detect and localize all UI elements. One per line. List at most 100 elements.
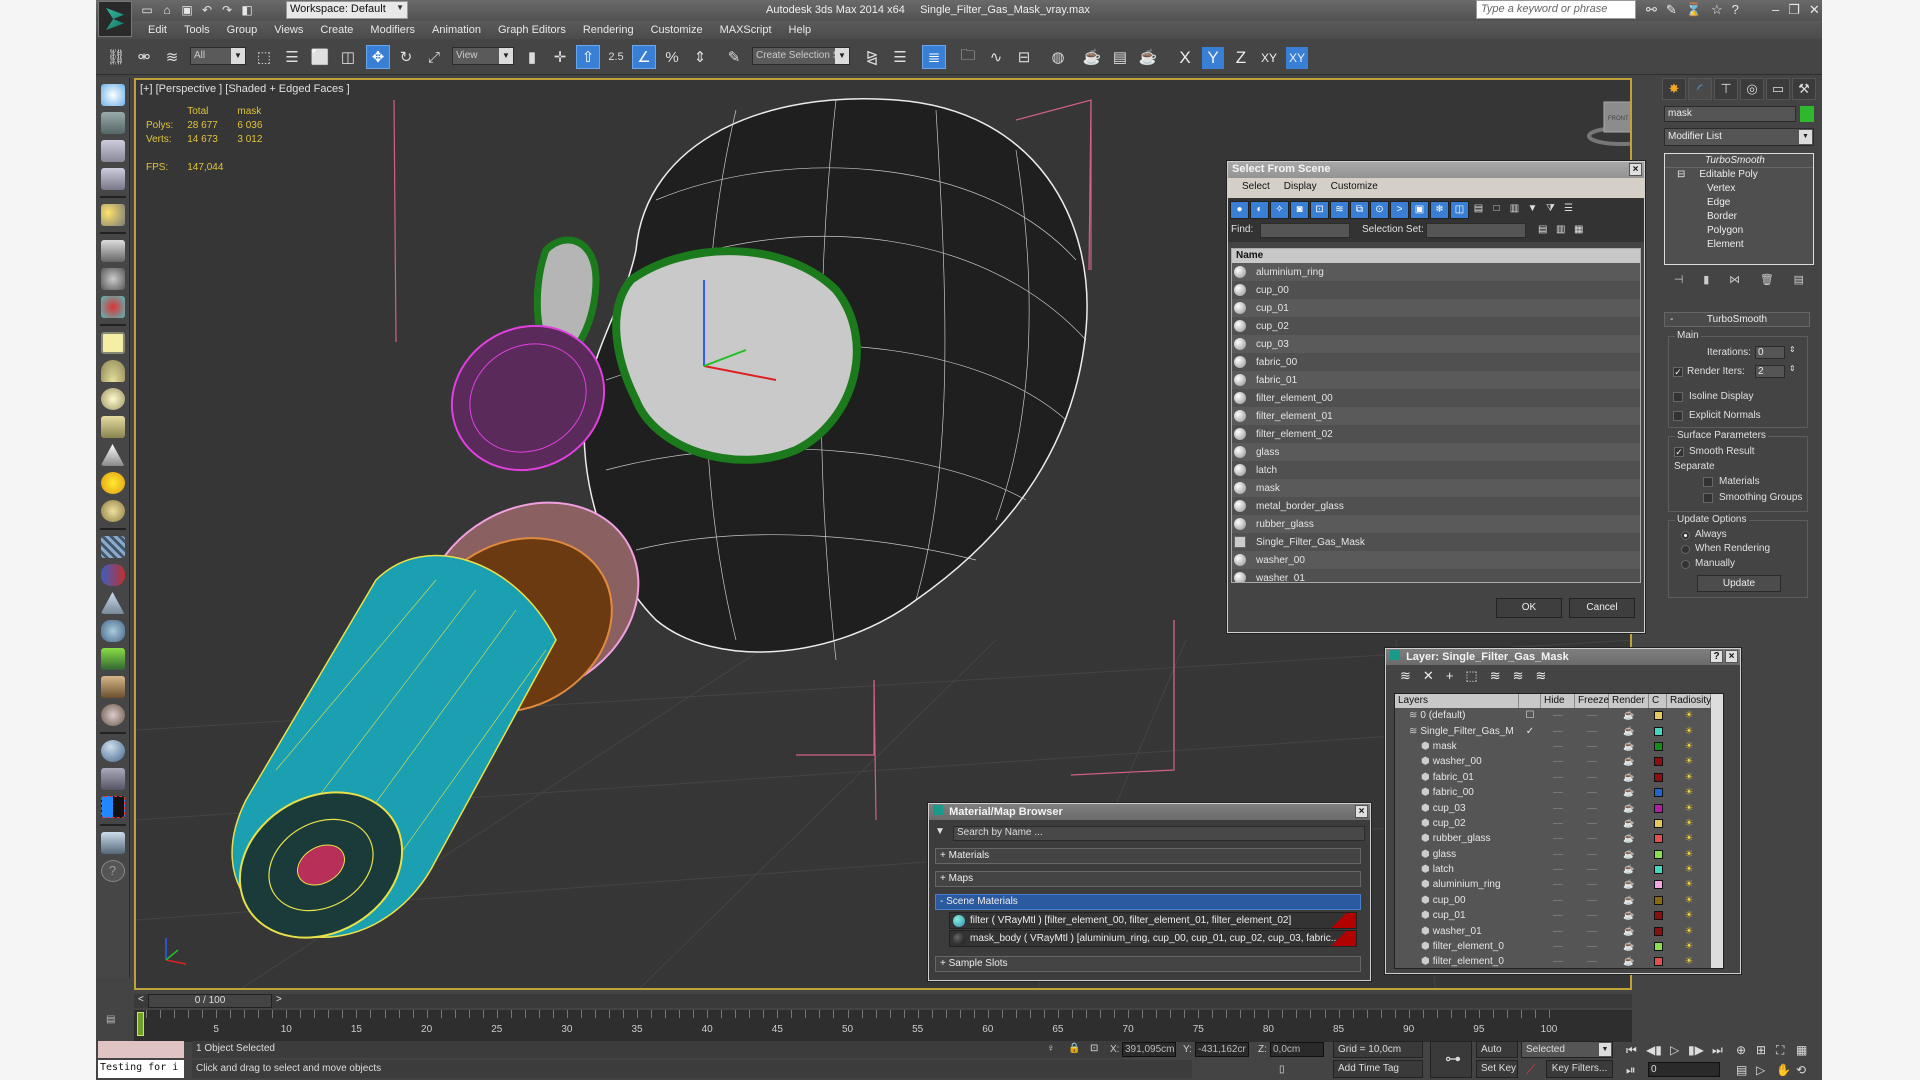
- layer-color-swatch[interactable]: [1649, 834, 1667, 844]
- grass-icon[interactable]: [100, 648, 125, 670]
- render-production-icon[interactable]: ☕: [1136, 45, 1160, 69]
- stack-item-turbosmooth[interactable]: TurboSmooth: [1665, 154, 1813, 168]
- align-icon[interactable]: ☰: [888, 45, 912, 69]
- modifier-list-select[interactable]: Modifier List ▼: [1664, 128, 1814, 146]
- angle-snap-icon[interactable]: ∠: [632, 45, 656, 69]
- time-tag-icon[interactable]: ▯: [1279, 1064, 1285, 1075]
- hide-toggle[interactable]: —: [1541, 895, 1575, 906]
- schematic-view-icon[interactable]: ⊟: [1012, 45, 1036, 69]
- select-in-layer-icon[interactable]: ⬚: [1465, 668, 1477, 684]
- close-icon[interactable]: ×: [1629, 163, 1642, 176]
- render-teapot-icon[interactable]: ☕: [1609, 833, 1649, 844]
- hide-toggle[interactable]: —: [1541, 864, 1575, 875]
- layer-name-cell[interactable]: ⬢ mask: [1395, 741, 1519, 752]
- layer-name-cell[interactable]: ⬢ latch: [1395, 864, 1519, 875]
- object-list-item[interactable]: metal_border_glass: [1232, 497, 1640, 515]
- update-manually-radio[interactable]: [1681, 560, 1690, 569]
- orbit-icon[interactable]: ⟲: [1796, 1063, 1806, 1077]
- layer-color-swatch[interactable]: [1649, 865, 1667, 875]
- iterations-spinner[interactable]: 0: [1755, 346, 1785, 359]
- radiosity-sun-icon[interactable]: ☀: [1667, 741, 1711, 752]
- spacewarps-filter-icon[interactable]: ≋: [1330, 201, 1349, 219]
- teapot-icon[interactable]: [100, 84, 125, 106]
- pivot-center-icon[interactable]: ▮: [520, 45, 544, 69]
- frame-buffer-icon[interactable]: [100, 832, 125, 854]
- hide-toggle[interactable]: —: [1541, 741, 1575, 752]
- radiosity-sun-icon[interactable]: ☀: [1667, 849, 1711, 860]
- object-list-item[interactable]: cup_02: [1232, 317, 1640, 335]
- layer-row[interactable]: ⬢ rubber_glass — — ☕ ☀: [1395, 831, 1723, 846]
- metaball-icon[interactable]: [100, 564, 125, 586]
- layer-name-cell[interactable]: ≋ 0 (default): [1395, 710, 1519, 721]
- layer-color-swatch[interactable]: [1649, 741, 1667, 751]
- radiosity-sun-icon[interactable]: ☀: [1667, 803, 1711, 814]
- filter-settings-icon[interactable]: ⧩: [1542, 201, 1559, 219]
- radiosity-sun-icon[interactable]: ☀: [1667, 864, 1711, 875]
- layer-color-swatch[interactable]: [1649, 880, 1667, 890]
- layer-name-cell[interactable]: ⬢ filter_element_0: [1395, 956, 1519, 967]
- smooth-result-checkbox[interactable]: ✓: [1674, 447, 1684, 457]
- hierarchy-tab-icon[interactable]: ⊤: [1714, 78, 1738, 100]
- go-to-end-icon[interactable]: ⏭: [1712, 1043, 1723, 1058]
- spinner-arrows-icon[interactable]: ⇕: [1789, 364, 1796, 373]
- shapes-filter-icon[interactable]: ◐: [1250, 201, 1269, 219]
- render-iters-spinner[interactable]: 2: [1755, 365, 1785, 378]
- ok-button[interactable]: OK: [1496, 598, 1562, 618]
- explicit-normals-checkbox[interactable]: [1673, 411, 1683, 421]
- render-frame-icon[interactable]: [100, 112, 125, 134]
- radiosity-sun-icon[interactable]: ☀: [1667, 756, 1711, 767]
- collapse-icon[interactable]: ⊟: [1677, 169, 1685, 180]
- layer-row[interactable]: ⬢ washer_01— — ☕ ☀: [1395, 923, 1723, 938]
- freeze-toggle[interactable]: —: [1575, 741, 1609, 752]
- subscription-icon[interactable]: ✎: [1666, 2, 1677, 18]
- object-list-item[interactable]: filter_element_00: [1232, 389, 1640, 407]
- play-icon[interactable]: ▷: [1670, 1043, 1679, 1057]
- layer-row[interactable]: ⬢ filter_element_0— — ☕ ☀: [1395, 939, 1723, 954]
- layer-name-cell[interactable]: ⬢ glass: [1395, 849, 1519, 860]
- zoom-extents-icon[interactable]: ⛶: [1776, 1043, 1784, 1058]
- create-layer-icon[interactable]: ≋: [1400, 668, 1411, 684]
- add-to-set-icon[interactable]: ▥: [1556, 224, 1565, 235]
- freeze-toggle[interactable]: —: [1575, 864, 1609, 875]
- layer-row[interactable]: ⬢ washer_00— — ☕ ☀: [1395, 754, 1723, 769]
- object-color-swatch[interactable]: [1800, 106, 1814, 122]
- cameras-filter-icon[interactable]: ◙: [1290, 201, 1309, 219]
- layer-row[interactable]: ⬢ fabric_01— — ☕ ☀: [1395, 770, 1723, 785]
- layer-name-cell[interactable]: ⬢ cup_01: [1395, 910, 1519, 921]
- dialog-title-bar[interactable]: Select From Scene ×: [1228, 162, 1644, 178]
- communication-icon[interactable]: ⌛: [1686, 2, 1702, 18]
- menu-customize[interactable]: Customize: [1325, 178, 1386, 198]
- category-materials[interactable]: + Materials: [935, 848, 1361, 864]
- rect-selection-region-icon[interactable]: ⬜: [308, 45, 332, 69]
- unlink-icon[interactable]: ⚮: [132, 45, 156, 69]
- undo-icon[interactable]: ↶: [200, 3, 214, 17]
- trackbar[interactable]: 5 10 15 20 25 30 35 40 45 50 55 60 65 70 75 80 85 90 95 100: [134, 1010, 1632, 1042]
- render-teapot-icon[interactable]: ☕: [1609, 710, 1649, 721]
- material-sphere-icon[interactable]: [100, 740, 125, 762]
- camera-match-icon[interactable]: [100, 268, 125, 290]
- column-render[interactable]: Render: [1609, 694, 1649, 708]
- column-hide[interactable]: Hide: [1541, 694, 1575, 708]
- layer-row[interactable]: ⬢ latch — — ☕ ☀: [1395, 862, 1723, 877]
- zoom-all-icon[interactable]: ⊞: [1756, 1043, 1766, 1057]
- remove-from-set-icon[interactable]: ▦: [1574, 224, 1583, 235]
- freeze-toggle[interactable]: —: [1575, 910, 1609, 921]
- zoom-extents-all-icon[interactable]: ▦: [1796, 1043, 1807, 1057]
- show-end-result-icon[interactable]: ▮: [1703, 273, 1709, 289]
- subobject-element[interactable]: Element: [1665, 238, 1813, 252]
- render-teapot-icon[interactable]: ☕: [1609, 910, 1649, 921]
- frozen-filter-icon[interactable]: ❄: [1430, 201, 1449, 219]
- render-teapot-icon[interactable]: ☕: [1609, 741, 1649, 752]
- layer-name-cell[interactable]: ⬢ washer_00: [1395, 756, 1519, 767]
- rendered-frame-window-icon[interactable]: ▤: [1108, 45, 1132, 69]
- reference-coordinate-select[interactable]: View ▼: [452, 47, 514, 65]
- column-color[interactable]: C: [1649, 694, 1667, 708]
- options-dropdown-icon[interactable]: ▼: [935, 826, 945, 837]
- layer-color-swatch[interactable]: [1649, 942, 1667, 952]
- render-teapot-icon[interactable]: ☕: [1609, 864, 1649, 875]
- menu-create[interactable]: Create: [312, 21, 362, 39]
- material-search-input[interactable]: Search by Name ...: [953, 826, 1365, 841]
- hide-toggle[interactable]: —: [1541, 956, 1575, 967]
- hide-toggle[interactable]: —: [1541, 849, 1575, 860]
- named-selection-set-select[interactable]: Create Selection Se ▼: [752, 47, 850, 65]
